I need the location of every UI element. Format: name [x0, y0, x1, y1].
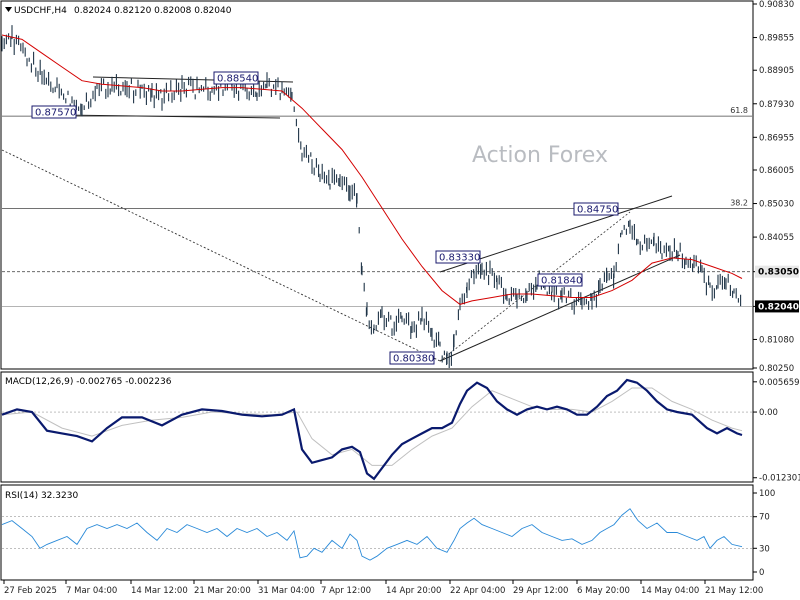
time-tick-label: 6 May 20:00 [577, 586, 630, 596]
price-bars [1, 25, 742, 368]
symbol-label: USDCHF,H4 [14, 6, 67, 16]
annotation-text: 0.83330 [439, 253, 480, 264]
rsi-tick-label: 30 [759, 544, 770, 554]
price-annotation: 0.88540 [213, 71, 259, 85]
macd-label: MACD(12,26,9) -0.002765 -0.002236 [5, 377, 172, 387]
ohlc-values: 0.82024 0.82120 0.82008 0.82040 [74, 6, 232, 16]
time-axis: 27 Feb 2025 7 Mar 04:00 14 Mar 12:00 21 Mar… [3, 580, 763, 596]
annotation-text: 0.87570 [35, 108, 76, 119]
macd-tick-label: 0.005659 [759, 378, 800, 388]
price-tag-text: 0.82040 [758, 302, 799, 312]
time-tick-label: 29 Apr 12:00 [513, 586, 568, 596]
price-tick-label: 0.87930 [759, 100, 794, 110]
time-tick-label: 14 May 04:00 [641, 586, 699, 596]
macd-signal-line [1, 387, 743, 466]
price-tick-label: 0.86005 [759, 166, 794, 176]
dropdown-triangle-icon[interactable] [5, 7, 12, 12]
rsi-tick-label: 100 [759, 489, 775, 499]
price-panel-frame [0, 0, 754, 370]
price-tick-label: 0.86955 [759, 133, 794, 143]
reference-lines: 61.8 38.2 [1, 76, 752, 549]
moving-average-line [1, 34, 743, 305]
price-annotation: 0.80380 [389, 351, 435, 365]
time-tick-label: 7 Apr 12:00 [321, 586, 371, 596]
macd-tick-label: 0.00 [759, 408, 778, 418]
price-tick-label: 0.90830 [759, 0, 794, 10]
fib-label: 61.8 [730, 106, 748, 115]
time-tick-label: 22 Apr 04:00 [450, 586, 505, 596]
price-tag: 0.82040 [755, 300, 799, 313]
chart-canvas: Action Forex USDCHF,H4 0.82024 0.82120 0… [0, 0, 800, 596]
watermark: Action Forex [472, 143, 608, 168]
macd-tick-label: -0.012301 [759, 474, 800, 484]
annotation-text: 0.88540 [217, 74, 258, 85]
rsi-panel-frame [0, 484, 754, 581]
series-lines [1, 34, 743, 561]
price-axis: 0.90830 0.89855 0.88905 0.87930 0.86955 0.860… [753, 0, 800, 578]
fib-label: 38.2 [730, 198, 748, 207]
rsi-label: RSI(14) 32.3230 [5, 491, 78, 501]
time-tick-label: 21 Mar 20:00 [194, 586, 251, 596]
price-tick-label: 0.85030 [759, 200, 794, 210]
time-tick-label: 14 Mar 12:00 [131, 586, 188, 596]
annotation-text: 0.84750 [577, 205, 618, 216]
price-tick-label: 0.81080 [759, 335, 794, 345]
dotted-rise-line [439, 211, 631, 362]
price-tick-label: 0.80250 [759, 364, 794, 374]
time-tick-label: 27 Feb 2025 [4, 586, 57, 596]
price-annotation: 0.83330 [435, 250, 481, 264]
rsi-tick-label: 70 [759, 513, 770, 523]
price-tick-label: 0.89855 [759, 34, 794, 44]
price-annotation: 0.84750 [573, 202, 619, 216]
annotation-text: 0.81840 [541, 276, 582, 287]
time-tick-label: 31 Mar 04:00 [258, 586, 315, 596]
price-annotation: 0.87570 [31, 105, 77, 119]
price-tick-label: 0.88905 [759, 66, 794, 76]
time-tick-label: 7 Mar 04:00 [66, 586, 117, 596]
rsi-tick-label: 0 [759, 568, 764, 578]
price-annotation: 0.81840 [537, 273, 583, 287]
price-tag: 0.83050 [755, 265, 799, 278]
annotation-text: 0.80380 [393, 354, 434, 365]
price-tick-label: 0.84055 [759, 233, 794, 243]
macd-line [1, 378, 743, 481]
price-tag-text: 0.83050 [758, 268, 799, 278]
time-tick-label: 14 Apr 20:00 [386, 586, 441, 596]
time-tick-label: 21 May 12:00 [705, 586, 763, 596]
